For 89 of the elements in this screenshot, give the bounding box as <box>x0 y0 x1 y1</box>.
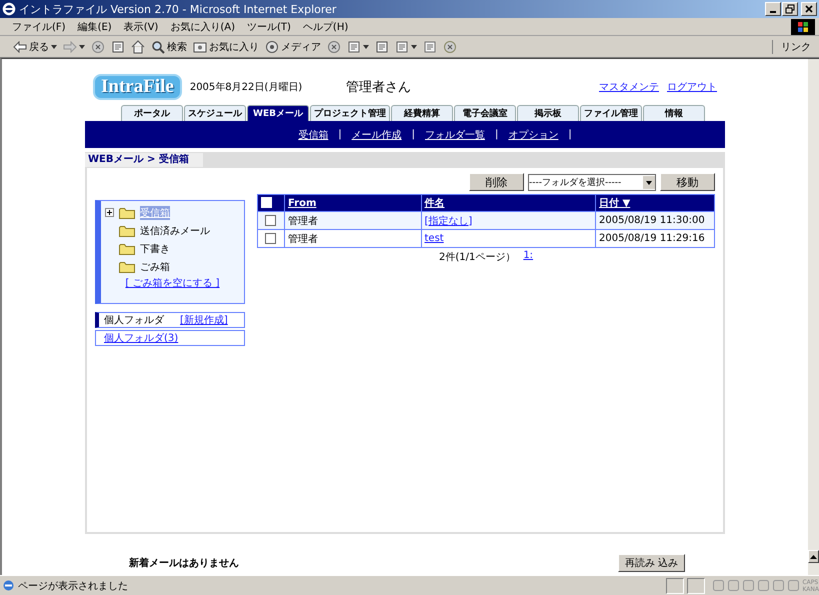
reload-button[interactable]: 再読み 込み <box>618 554 685 572</box>
column-header[interactable]: From <box>284 194 422 212</box>
restore-icon <box>785 4 795 14</box>
window-title: イントラファイル Version 2.70 - Microsoft Internet Explorer <box>19 2 338 16</box>
menu-item[interactable]: ファイル(F) <box>6 20 72 34</box>
nav-tab[interactable]: ポータル <box>121 105 183 121</box>
forward-arrow-icon <box>63 40 77 52</box>
back-button[interactable]: 戻る <box>10 40 60 54</box>
header-link[interactable]: マスタメンテ <box>599 80 659 94</box>
scroll-up-button[interactable] <box>808 550 819 563</box>
status-pane <box>687 578 706 594</box>
back-arrow-icon <box>13 40 27 52</box>
media-button[interactable]: メディア <box>262 40 324 54</box>
circle-cross-icon <box>91 40 105 54</box>
menu-item[interactable]: お気に入り(A) <box>164 20 241 34</box>
column-header[interactable]: 件名 <box>421 194 596 212</box>
page-link[interactable]: 1: <box>523 250 534 264</box>
subnav-link[interactable]: オプション <box>508 128 558 142</box>
date-text: 2005年8月22日(月曜日) <box>190 81 302 94</box>
browser-icon <box>2 2 16 16</box>
flag-icon <box>797 20 809 32</box>
move-button[interactable]: 移動 <box>660 173 715 191</box>
new-mail-notice: 新着メールはありません <box>129 556 239 570</box>
menu-item[interactable]: 編集(E) <box>72 20 118 34</box>
status-pane <box>666 578 684 594</box>
row-checkbox[interactable] <box>265 214 276 226</box>
folder-item[interactable]: ごみ箱 <box>140 260 170 274</box>
intrafile-logo: IntraFile <box>93 74 182 100</box>
links-label[interactable]: リンク <box>772 40 819 54</box>
menu-item[interactable]: ヘルプ(H) <box>296 20 354 34</box>
separator: | <box>412 129 415 140</box>
subnav-link[interactable]: 受信箱 <box>298 128 328 142</box>
folder-item[interactable]: 送信済みメール <box>140 224 210 238</box>
table-cell: 管理者 <box>284 230 422 248</box>
nav-tab[interactable]: 電子会議室 <box>454 105 516 121</box>
nav-tab[interactable]: 情報 <box>643 105 705 121</box>
nav-tab[interactable]: 掲示板 <box>517 105 579 121</box>
table-cell: 2005/08/19 11:30:00 <box>596 212 714 230</box>
status-text: ページが表示されました <box>18 580 129 592</box>
row-checkbox[interactable] <box>265 232 276 244</box>
document-icon <box>395 40 409 54</box>
breadcrumb: WEBメール > 受信箱 <box>85 153 203 167</box>
subnav-link[interactable]: メール作成 <box>352 128 402 142</box>
search-button[interactable]: 検索 <box>148 40 190 54</box>
nav-tab[interactable]: プロジェクト管理 <box>310 105 390 121</box>
search-icon <box>151 40 165 54</box>
folder-item[interactable]: 下書き <box>140 242 170 256</box>
document-icon <box>111 40 125 54</box>
disc-icon <box>265 40 279 54</box>
column-header[interactable]: 日付 ▼ <box>596 194 714 212</box>
folder-select[interactable]: ----フォルダを選択----- <box>528 174 656 190</box>
document-icon <box>423 40 437 54</box>
table-cell: 2005/08/19 11:29:16 <box>596 230 714 248</box>
close-icon <box>804 4 814 14</box>
page-summary: 2件(1/1ページ） <box>438 251 516 264</box>
select-all-checkbox[interactable] <box>261 197 272 208</box>
table-cell: 管理者 <box>284 212 422 230</box>
expand-icon[interactable] <box>105 208 114 217</box>
personal-folder-link[interactable]: 個人フォルダ(3) <box>104 331 178 345</box>
separator: | <box>495 129 498 140</box>
circle-cross-icon <box>327 40 341 54</box>
minimize-button[interactable] <box>765 2 781 16</box>
up-arrow-icon <box>810 554 817 558</box>
separator: | <box>568 129 572 140</box>
menu-item[interactable]: ツール(T) <box>241 20 297 34</box>
personal-folder-label: 個人フォルダ <box>104 314 164 327</box>
delete-button[interactable]: 削除 <box>469 173 524 191</box>
empty-trash-link[interactable]: [ ごみ箱を空にする ] <box>125 276 220 290</box>
nav-tab[interactable]: ファイル管理 <box>580 105 642 121</box>
circle-cross-icon <box>443 40 457 54</box>
close-button[interactable] <box>801 2 817 16</box>
minimize-icon <box>770 11 776 13</box>
subject-link[interactable]: [指定なし] <box>424 216 472 226</box>
document-icon <box>375 40 389 54</box>
favorites-button[interactable]: お気に入り <box>190 40 262 54</box>
home-icon <box>131 40 145 54</box>
subnav-link[interactable]: フォルダ一覧 <box>425 128 485 142</box>
header-link[interactable]: ログアウト <box>667 80 717 94</box>
page-icon <box>2 579 15 592</box>
subject-link[interactable]: test <box>424 233 444 244</box>
menu-item[interactable]: 表示(V) <box>118 20 164 34</box>
new-folder-link[interactable]: [新規作成] <box>180 313 228 327</box>
document-icon <box>347 40 361 54</box>
nav-tab[interactable]: 経費精算 <box>391 105 453 121</box>
restore-button[interactable] <box>782 2 798 16</box>
nav-tab[interactable]: WEBメール <box>247 105 309 121</box>
user-name: 管理者さん <box>346 79 412 96</box>
nav-tab[interactable]: スケジュール <box>184 105 246 121</box>
separator: | <box>338 129 342 140</box>
